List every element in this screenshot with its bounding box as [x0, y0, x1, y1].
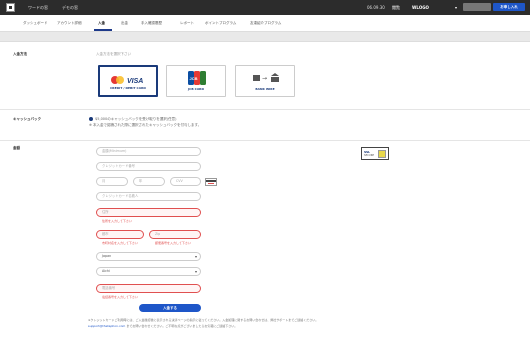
- tab-history[interactable]: 手入確認履歴: [141, 21, 162, 26]
- expiry-month-input[interactable]: 月: [96, 177, 128, 186]
- tab-deposit[interactable]: 入金: [98, 21, 105, 26]
- top-action-button[interactable]: お申し入れ: [493, 3, 525, 11]
- card-holder-input[interactable]: クレジットカード名義人: [96, 192, 201, 201]
- footer-note-line1: ※クレジットカードご利用時には、ご入金確認後に表示される決済ページの指示に従って…: [88, 318, 319, 322]
- amount-input[interactable]: 金額(Minimum): [96, 147, 201, 156]
- cashback-checkbox[interactable]: [89, 117, 93, 121]
- cvv-card-icon: [205, 178, 217, 186]
- section-divider: [0, 140, 530, 141]
- payment-method-hint: 入金方法を選択下さい: [96, 52, 131, 56]
- address-input[interactable]: 住所: [96, 208, 201, 217]
- phone-error: 電話番号を入力して下さい: [102, 295, 138, 299]
- footer-line2-text: までお問い合わせください。ご不明な点がございましたらお気軽にご連絡下さい。: [126, 324, 238, 328]
- bank-transfer-icon: →: [253, 73, 279, 82]
- card-caption-credit: CREDIT / DEBIT CARD: [110, 86, 146, 90]
- mastercard-visa-icon: VISA: [111, 76, 143, 85]
- amount-label: 金額: [13, 146, 20, 150]
- section-divider: [0, 109, 530, 110]
- app-logo-icon[interactable]: [6, 3, 15, 12]
- ssl-secure-badge: SSL SECURE: [361, 147, 389, 160]
- card-option-jcb[interactable]: JCB JCB CARD: [166, 65, 226, 97]
- card-caption-bank: BANK WIRE: [255, 87, 275, 91]
- lock-icon: [378, 150, 386, 158]
- submit-deposit-button[interactable]: 入金する: [139, 304, 201, 312]
- zip-input[interactable]: Zip: [149, 230, 201, 239]
- jcb-logo-text: JCB: [190, 76, 198, 81]
- cashback-line2: ※ 本入金で認識された際に選択されたキャッシュバックを付与します。: [89, 123, 202, 127]
- city-error: 市町村名を入力して下さい: [102, 241, 138, 245]
- payment-method-label: 入金方法: [13, 52, 27, 56]
- tab-account[interactable]: アカウント詳細: [57, 21, 82, 26]
- zip-error: 郵便番号を入力して下さい: [155, 241, 191, 245]
- top-right-link[interactable]: 閲覧: [392, 5, 400, 11]
- top-link-1[interactable]: デモの窓: [62, 5, 78, 11]
- country-select[interactable]: Japan: [96, 252, 201, 261]
- visa-logo-text: VISA: [127, 78, 143, 85]
- chevron-down-icon[interactable]: ▾: [455, 5, 457, 10]
- tab-report[interactable]: レポート: [180, 21, 194, 26]
- state-select[interactable]: Aichi: [96, 267, 201, 276]
- date-text: 06.09.30: [367, 5, 385, 10]
- ssl-badge-sub: SECURE: [364, 154, 375, 157]
- tab-referral[interactable]: 友達紹介プログラム: [250, 21, 281, 26]
- phone-input[interactable]: 電話番号: [96, 284, 201, 293]
- active-tab-indicator: [94, 29, 112, 31]
- arrow-icon: →: [262, 75, 267, 82]
- card-number-input[interactable]: クレジットカード番号: [96, 162, 201, 171]
- card-option-bank[interactable]: → BANK WIRE: [235, 65, 295, 97]
- cashback-label: キャッシュバック: [13, 117, 41, 121]
- card-option-credit[interactable]: VISA CREDIT / DEBIT CARD: [98, 65, 158, 97]
- support-email-link[interactable]: support@thetaphon.com: [88, 324, 125, 328]
- card-caption-jcb: JCB CARD: [188, 87, 204, 91]
- top-bar: ワードの窓 デモの窓 06.09.30 閲覧 WLOGO ▾ お申し入れ: [0, 0, 530, 15]
- tab-dashboard[interactable]: ダッシュボード: [23, 21, 48, 26]
- jcb-logo-icon: JCB: [188, 71, 206, 85]
- address-error: 住所を入力して下さい: [102, 219, 132, 223]
- search-field[interactable]: [463, 3, 491, 11]
- tab-withdraw[interactable]: 出金: [121, 21, 128, 26]
- expiry-year-input[interactable]: 年: [133, 177, 165, 186]
- cvv-input[interactable]: CVV: [170, 177, 201, 186]
- cashback-line1: $5,000のキャッシュバックを受け取りを選択(任意): [95, 117, 177, 121]
- tab-points[interactable]: ポイントプログラム: [205, 21, 236, 26]
- user-name[interactable]: WLOGO: [412, 5, 429, 10]
- city-input[interactable]: 都市: [96, 230, 144, 239]
- top-link-0[interactable]: ワードの窓: [28, 5, 48, 11]
- main-nav: ダッシュボード アカウント詳細 入金 出金 手入確認履歴 レポート ポイントプロ…: [0, 15, 530, 32]
- footer-note-line2: support@thetaphon.com までお問い合わせください。ご不明な点…: [88, 324, 468, 328]
